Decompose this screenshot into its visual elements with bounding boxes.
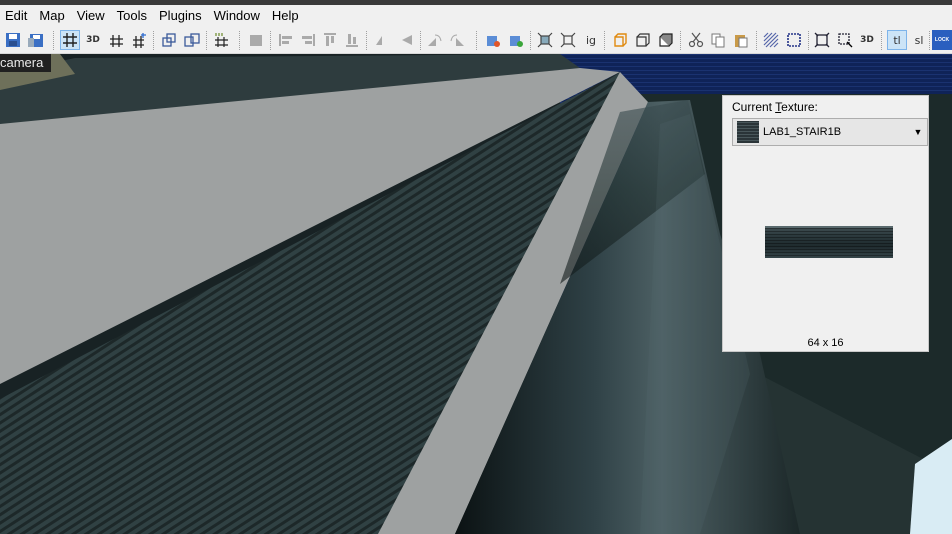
toolbar-separator bbox=[604, 31, 605, 50]
button-ig[interactable]: ig bbox=[581, 30, 601, 50]
save-icon[interactable] bbox=[3, 30, 23, 50]
button-tl[interactable]: tl bbox=[887, 30, 907, 50]
grid-plus-icon[interactable] bbox=[129, 30, 149, 50]
menu-tools[interactable]: Tools bbox=[112, 5, 154, 27]
clip-icon[interactable] bbox=[535, 30, 555, 50]
texture-preview bbox=[765, 226, 893, 258]
toolbar-separator bbox=[366, 31, 367, 50]
copy-icon[interactable] bbox=[708, 30, 728, 50]
texture-thumbnail bbox=[737, 121, 759, 143]
view-3d-icon[interactable]: 3D bbox=[857, 30, 877, 50]
menu-plugins[interactable]: Plugins bbox=[154, 5, 209, 27]
save-as-icon[interactable] bbox=[26, 30, 46, 50]
toolbar-separator bbox=[206, 31, 207, 50]
viewport-label: camera bbox=[0, 54, 52, 72]
grid-icon[interactable] bbox=[60, 30, 80, 50]
texture-dropdown-value: LAB1_STAIR1B bbox=[763, 126, 842, 138]
align-right-icon[interactable] bbox=[298, 30, 318, 50]
texture-lock-icon[interactable] bbox=[159, 30, 179, 50]
texture-scale-icon[interactable] bbox=[182, 30, 202, 50]
toolbar-separator bbox=[239, 31, 240, 50]
paste-icon[interactable] bbox=[731, 30, 751, 50]
csg-subtract-icon[interactable] bbox=[558, 30, 578, 50]
align-bottom-icon[interactable] bbox=[342, 30, 362, 50]
toolbar-separator bbox=[53, 31, 54, 50]
flip-x-icon[interactable] bbox=[372, 30, 392, 50]
toolbar-separator bbox=[270, 31, 271, 50]
current-texture-label: Current Texture: bbox=[732, 100, 818, 114]
grid-3d-icon[interactable]: 3D bbox=[83, 30, 103, 50]
menu-view[interactable]: View bbox=[72, 5, 112, 27]
toolbar-separator bbox=[929, 31, 930, 50]
texture-size: 64 x 16 bbox=[807, 337, 844, 349]
brush-wire-icon[interactable] bbox=[633, 30, 653, 50]
uv-grid-icon[interactable] bbox=[211, 30, 231, 50]
select-region-icon[interactable] bbox=[835, 30, 855, 50]
edit-icon[interactable] bbox=[246, 30, 266, 50]
grid-fine-icon[interactable] bbox=[106, 30, 126, 50]
toolbar-separator bbox=[881, 31, 882, 50]
flip-y-icon[interactable] bbox=[396, 30, 416, 50]
toolbar-separator bbox=[756, 31, 757, 50]
menu-help[interactable]: Help bbox=[267, 5, 306, 27]
toolbar-separator bbox=[808, 31, 809, 50]
lock-icon[interactable]: LOCK bbox=[932, 30, 952, 50]
add-entity-icon[interactable] bbox=[483, 30, 503, 50]
chevron-down-icon: ▼ bbox=[913, 127, 923, 137]
add-brush-icon[interactable] bbox=[506, 30, 526, 50]
button-sl[interactable]: sl bbox=[909, 30, 929, 50]
menu-map[interactable]: Map bbox=[34, 5, 71, 27]
toolbar-separator bbox=[476, 31, 477, 50]
brush-solid-icon[interactable] bbox=[656, 30, 676, 50]
toolbar-separator bbox=[680, 31, 681, 50]
patch-icon[interactable] bbox=[761, 30, 781, 50]
texture-dropdown[interactable]: LAB1_STAIR1B ▼ bbox=[732, 118, 928, 146]
toolbar-separator bbox=[153, 31, 154, 50]
menu-bar: Edit Map View Tools Plugins Window Help bbox=[0, 5, 952, 27]
menu-edit[interactable]: Edit bbox=[0, 5, 34, 27]
toolbar-separator bbox=[420, 31, 421, 50]
patch-bend-icon[interactable] bbox=[784, 30, 804, 50]
brush-orange-icon[interactable] bbox=[610, 30, 630, 50]
menu-window[interactable]: Window bbox=[209, 5, 267, 27]
cut-icon[interactable] bbox=[686, 30, 706, 50]
toolbar-separator bbox=[530, 31, 531, 50]
align-top-icon[interactable] bbox=[320, 30, 340, 50]
select-icon[interactable] bbox=[812, 30, 832, 50]
toolbar: 3D ig 3D tl sl LOCK bbox=[0, 27, 952, 54]
rotate-left-icon[interactable] bbox=[425, 30, 445, 50]
align-left-icon[interactable] bbox=[276, 30, 296, 50]
texture-panel: Current Texture: LAB1_STAIR1B ▼ 64 x 16 bbox=[722, 95, 929, 352]
rotate-right-icon[interactable] bbox=[447, 30, 467, 50]
